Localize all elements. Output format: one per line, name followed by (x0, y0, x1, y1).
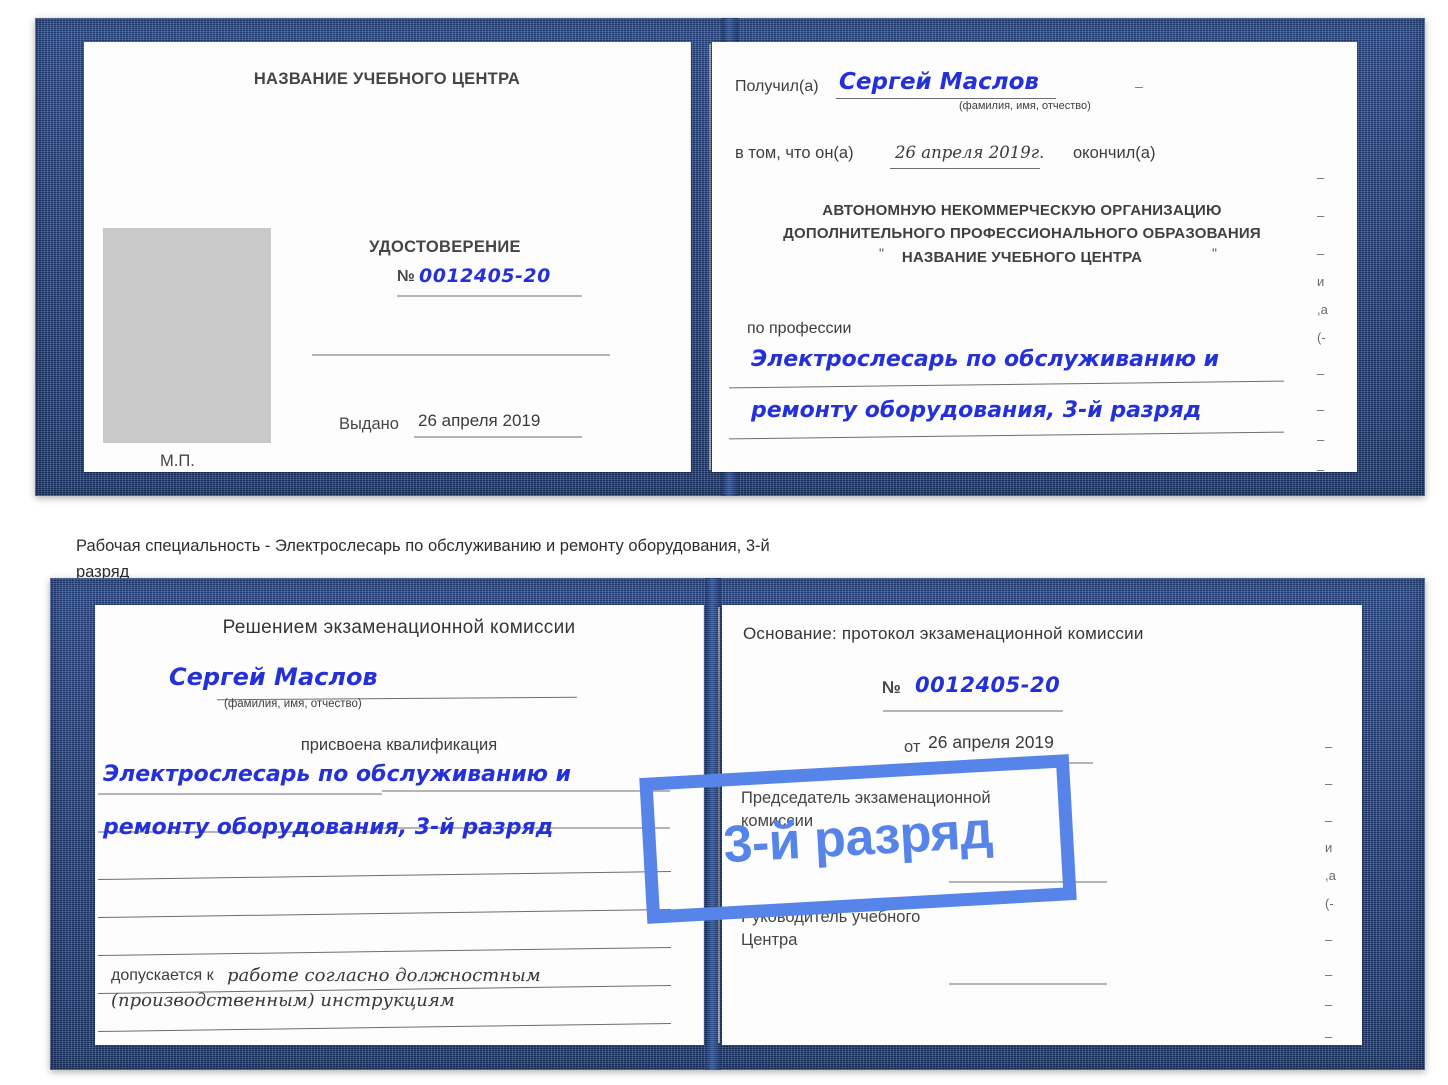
edge-mark: – (1317, 170, 1325, 185)
caption-line-1: Рабочая специальность - Электрослесарь п… (76, 537, 770, 555)
admitted-rule (98, 1022, 671, 1033)
quali-rule-1 (98, 793, 382, 795)
issued-rule-top-left (414, 436, 582, 438)
number-rule-top-left (397, 295, 582, 297)
number-label-bottom-right: № (882, 678, 901, 697)
decision-title-bottom-left: Решением экзаменационной комиссии (222, 617, 576, 638)
qualification-label-bottom-left: присвоена квалификация (300, 736, 498, 754)
received-label-top-right: Получил(а) (735, 78, 819, 95)
qualification-line1-bottom-left: Электрослесарь по обслуживанию и (103, 762, 572, 787)
in-that-label-top-right: в том, что он(а) (735, 144, 854, 162)
admitted-value-line1-bottom-left: работе согласно должностным (227, 965, 541, 986)
head-line2-bottom-right: Центра (741, 931, 798, 949)
number-rule-bottom-right (883, 710, 1063, 712)
edge-mark: – (1325, 776, 1333, 791)
edge-mark: – (1325, 932, 1333, 947)
number-value-top-left: 0012405-20 (419, 265, 551, 287)
org-line1-top-right: АВТОНОМНУЮ НЕКОММЕРЧЕСКУЮ ОРГАНИЗАЦИЮ (822, 202, 1222, 219)
issued-label-top-left: Выдано (339, 415, 399, 433)
certificate-top-right-page: Получил(а) Сергей Маслов (фамилия, имя, … (709, 42, 1357, 477)
doc-title-top-left: УДОСТОВЕРЕНИЕ (369, 238, 521, 256)
edge-mark: – (1325, 739, 1333, 754)
edge-mark: и (1325, 840, 1333, 855)
in-that-value-top-right: 26 апреля 2019г. (895, 143, 1045, 162)
org-line2-top-right: ДОПОЛНИТЕЛЬНОГО ПРОФЕССИОНАЛЬНОГО ОБРАЗО… (783, 225, 1261, 242)
edge-mark: ,а (1317, 302, 1328, 317)
org-quote-close-top-right: " (1212, 245, 1217, 261)
qualification-line2-bottom-left: ремонту оборудования, 3-й разряд (103, 815, 554, 840)
edge-mark: – (1317, 366, 1325, 381)
edge-mark: – (1317, 208, 1325, 223)
from-label-bottom-right: от (904, 738, 921, 756)
fio-hint-top-right: (фамилия, имя, отчество) (959, 100, 1091, 112)
profession-rule1-top-right (729, 380, 1284, 389)
edge-mark: – (1325, 813, 1333, 828)
head-sign-rule (949, 983, 1107, 985)
edge-mark: – (1317, 432, 1325, 447)
name-value-bottom-left: Сергей Маслов (169, 663, 378, 691)
admitted-value-line2-bottom-left: (производственным) инструкциям (111, 990, 455, 1011)
from-value-bottom-right: 26 апреля 2019 (928, 732, 1054, 752)
received-value-top-right: Сергей Маслов (839, 69, 1039, 95)
profession-line1-top-right: Электрослесарь по обслуживанию и (751, 347, 1220, 372)
blank-rule-b2 (98, 908, 671, 919)
edge-mark: – (1325, 967, 1333, 982)
number-label-top-left: № (397, 268, 415, 285)
certificate-bottom-left-page: Решением экзаменационной комиссии Сергей… (95, 605, 704, 1045)
watermark-stamp: 3-й разряд (639, 754, 1077, 924)
edge-mark: – (1317, 402, 1325, 417)
admitted-label-bottom-left: допускается к (111, 967, 214, 984)
edge-mark: и (1317, 274, 1325, 289)
org-line3-top-right: НАЗВАНИЕ УЧЕБНОГО ЦЕНТРА (901, 249, 1143, 266)
blank-rule-b3 (98, 946, 671, 957)
profession-rule2-top-right (729, 431, 1284, 440)
edge-mark: – (1325, 1029, 1333, 1044)
edge-mark: ,а (1325, 868, 1336, 883)
screenshot-canvas: НАЗВАНИЕ УЧЕБНОГО ЦЕНТРА УДОСТОВЕРЕНИЕ №… (0, 0, 1448, 1085)
org-title-top-left: НАЗВАНИЕ УЧЕБНОГО ЦЕНТРА (253, 70, 521, 88)
blank-rule-b1 (98, 870, 671, 881)
edge-mark: (- (1325, 896, 1334, 911)
photo-placeholder (103, 228, 271, 443)
edge-mark: – (1325, 997, 1333, 1012)
edge-mark: – (1317, 462, 1325, 477)
number-value-bottom-right: 0012405-20 (915, 673, 1061, 697)
seal-label-top-left: М.П. (160, 452, 195, 470)
quali-rule-1b (382, 790, 670, 792)
profession-label-top-right: по профессии (747, 320, 852, 337)
gutter-top (709, 44, 711, 470)
graduated-label-top-right: окончил(а) (1073, 144, 1156, 162)
basis-label-bottom-right: Основание: протокол экзаменационной коми… (743, 624, 1144, 643)
edge-mark: (- (1317, 330, 1326, 345)
issued-value-top-left: 26 апреля 2019 (418, 411, 541, 430)
certificate-top-left-page: НАЗВАНИЕ УЧЕБНОГО ЦЕНТРА УДОСТОВЕРЕНИЕ №… (84, 42, 691, 472)
fio-hint-bottom-left: (фамилия, имя, отчество) (224, 698, 362, 710)
profession-line2-top-right: ремонту оборудования, 3-й разряд (751, 398, 1202, 423)
blank-rule-top-left (312, 354, 610, 356)
edge-dash-top-right: – (1135, 78, 1143, 94)
edge-mark: – (1317, 246, 1325, 261)
in-that-rule-top-right (890, 168, 1040, 170)
